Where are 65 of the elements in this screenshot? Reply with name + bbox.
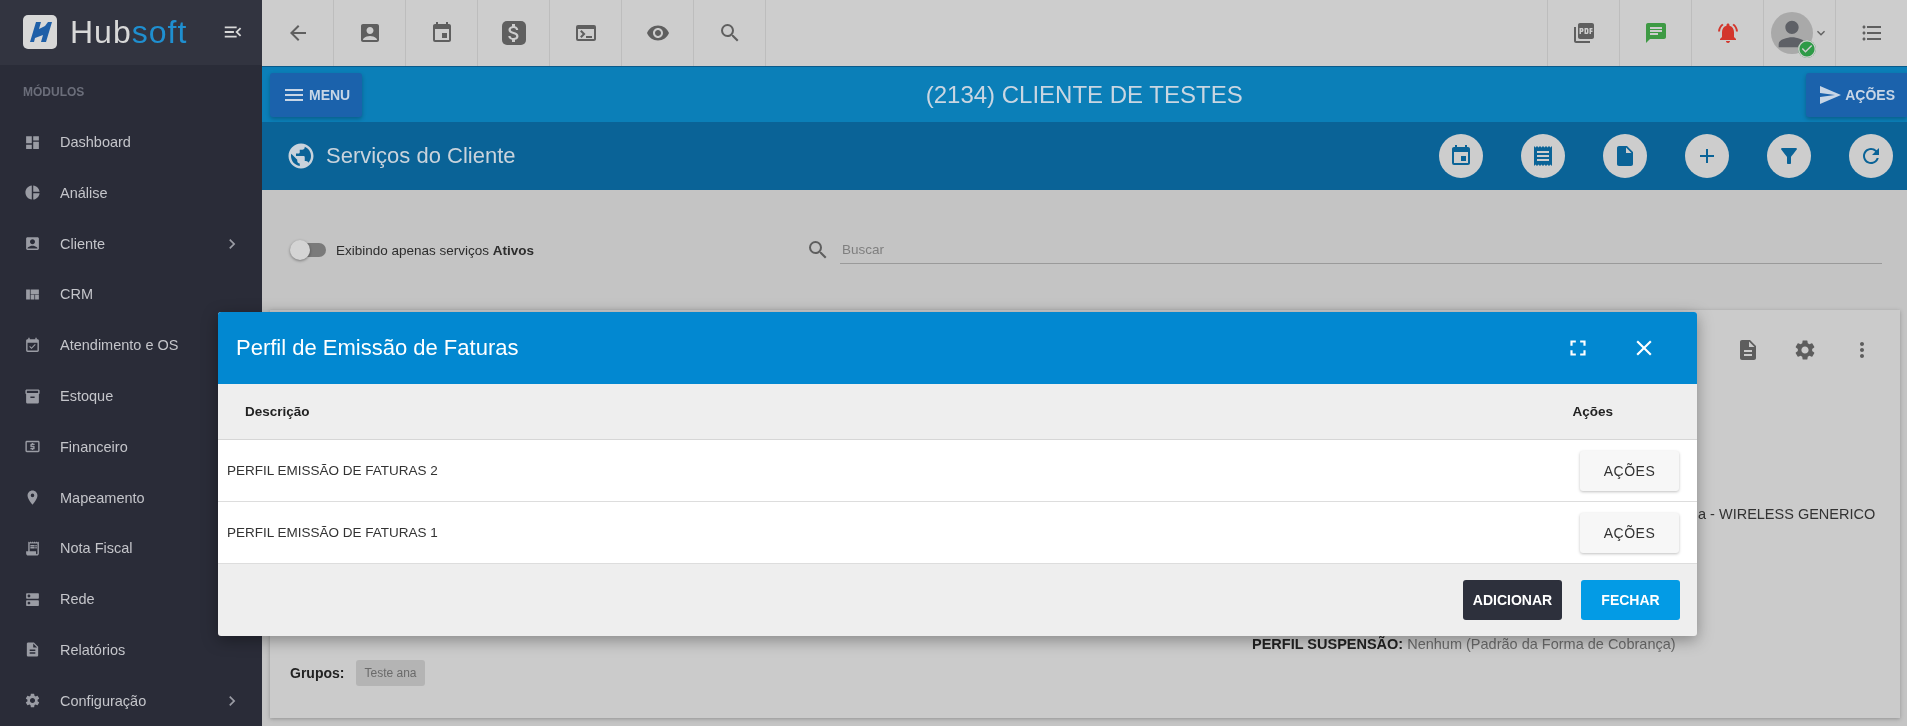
search-field[interactable]: Buscar — [840, 236, 1882, 264]
column-header: Descrição — [245, 404, 311, 419]
logo-icon — [22, 14, 58, 51]
dollar-icon[interactable] — [501, 21, 526, 45]
file-button[interactable] — [1603, 134, 1647, 178]
brand-wordmark: Hubsoft — [70, 13, 189, 51]
sidebar-item-label: Rede — [60, 591, 96, 608]
add-button[interactable] — [1685, 134, 1729, 178]
sidebar-item-label: Estoque — [60, 388, 115, 404]
sidebar-item-label: Nota Fiscal — [60, 540, 134, 557]
settings-icon — [24, 692, 41, 710]
sidebar-item[interactable]: Rede — [0, 573, 262, 625]
bell-icon[interactable] — [1715, 21, 1740, 45]
receipt-button[interactable] — [1521, 134, 1565, 178]
actions-button[interactable]: AÇÕES — [1580, 512, 1679, 553]
sidebar-item-label: CRM — [60, 286, 95, 303]
chat-icon[interactable] — [1643, 21, 1668, 45]
box-icon — [24, 387, 41, 405]
column-header: Ações — [1572, 404, 1613, 419]
group-tag: Teste ana — [356, 660, 425, 686]
sidebar-item[interactable]: Relatórios — [0, 624, 262, 676]
sidebar-item-label: Configuração — [60, 692, 148, 709]
settings-icon[interactable] — [1793, 338, 1817, 362]
toggle-switch[interactable] — [290, 240, 326, 260]
receipt-icon — [1531, 144, 1555, 168]
receipt-icon — [24, 539, 41, 557]
contact-card-icon — [24, 235, 41, 253]
table-cell-text: PERFIL EMISSÃO DE FATURAS 1 — [227, 525, 439, 540]
sidebar-item[interactable]: Dashboard — [0, 116, 262, 168]
check-badge-icon — [1797, 40, 1816, 58]
pie-chart-icon — [24, 184, 41, 202]
table-cell-text: PERFIL EMISSÃO DE FATURAS 2 — [227, 463, 439, 478]
field-value: Nenhum (Padrão da Forma de Cobrança) — [1407, 636, 1676, 652]
filter-button[interactable] — [1767, 134, 1811, 178]
document-icon — [24, 641, 41, 659]
sidebar-item-label: Financeiro — [60, 438, 129, 455]
groups-label: Grupos: — [290, 665, 345, 681]
field-label: PERFIL SUSPENSÃO: — [1252, 636, 1404, 652]
actions-button[interactable]: AÇÕES — [1806, 72, 1907, 117]
sidebar-item-label: Análise — [60, 184, 109, 201]
calendar-icon — [24, 336, 41, 354]
modal-title: Perfil de Emissão de Faturas — [236, 335, 520, 361]
sidebar-item[interactable]: Análise — [0, 167, 262, 219]
actions-button[interactable]: AÇÕES — [1580, 450, 1679, 491]
grid-icon — [24, 133, 41, 151]
dialog-button[interactable]: ADICIONAR — [1463, 580, 1562, 620]
sidebar-item-label: Relatórios — [60, 641, 127, 658]
section-label: MÓDULOS — [22, 83, 86, 101]
refresh-button[interactable] — [1849, 134, 1893, 178]
plan-text: a - WIRELESS GENERICO — [1698, 506, 1874, 522]
server-icon — [24, 590, 41, 608]
pdf-icon[interactable] — [1571, 21, 1596, 45]
client-title: (2134) CLIENTE DE TESTES — [925, 80, 1243, 109]
sidebar-item[interactable]: CRM — [0, 269, 262, 320]
toggle-label: Exibindo apenas serviços Ativos — [336, 242, 536, 258]
section-title: Serviços do Cliente — [326, 143, 517, 169]
sidebar-item[interactable]: Cliente — [0, 218, 262, 270]
sidebar-item-label: Cliente — [60, 235, 107, 252]
schedule-button[interactable] — [1439, 134, 1483, 178]
sidebar-item[interactable]: Configuração — [0, 675, 262, 726]
calendar-icon — [1449, 144, 1473, 168]
sidebar-item-label: Dashboard — [60, 134, 132, 151]
sidebar-item-label: Mapeamento — [60, 489, 146, 506]
menu-button[interactable]: MENU — [270, 72, 363, 117]
globe-icon — [286, 141, 316, 171]
